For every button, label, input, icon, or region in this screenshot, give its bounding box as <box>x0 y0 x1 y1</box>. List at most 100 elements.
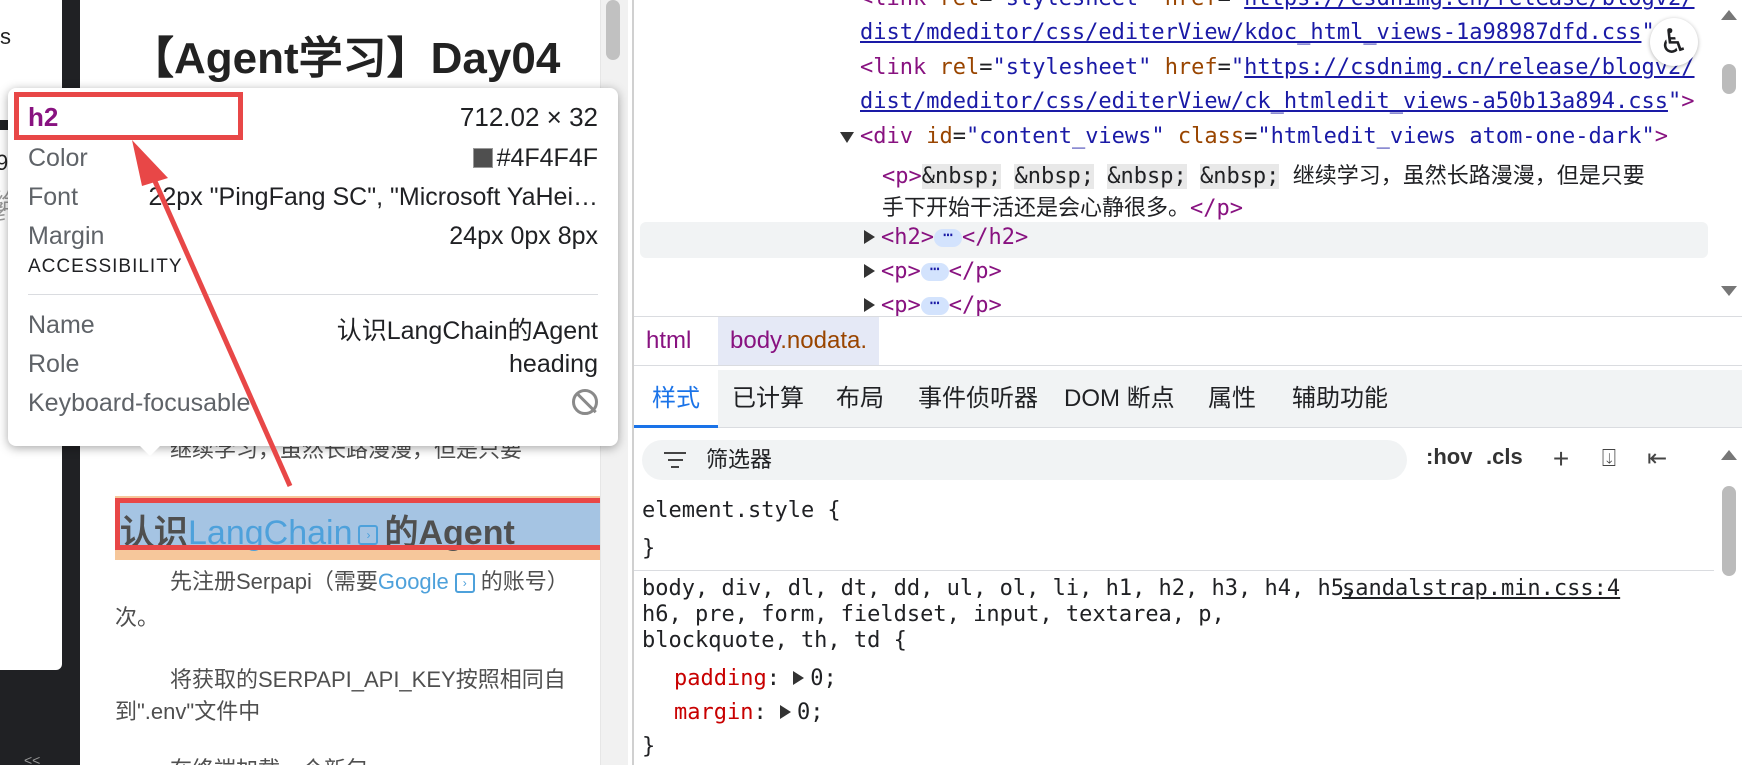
scroll-up-icon[interactable] <box>1721 450 1737 460</box>
paragraph-text: 的账号） <box>480 569 569 594</box>
stylesheet-link[interactable]: https://csdnimg.cn/release/blogv2/ <box>1244 55 1694 80</box>
tooltip-label: Margin <box>28 222 105 250</box>
side-footer-text: << <box>24 752 41 765</box>
paragraph-text: 先注册Serpapi（需要 <box>170 569 378 594</box>
tooltip-size: 712.02 × 32 <box>459 102 598 132</box>
article-title: 【Agent学习】Day04 <box>130 34 561 83</box>
collapse-arrow-icon[interactable] <box>864 264 875 278</box>
ellipsis-icon[interactable]: ⋯ <box>933 227 962 247</box>
google-link[interactable]: Google <box>378 569 449 594</box>
scroll-down-icon[interactable] <box>1721 286 1737 296</box>
tooltip-label: Keyboard-focusable <box>28 389 251 417</box>
paragraph-line: 将获取的SERPAPI_API_KEY按照相同自 <box>170 667 566 692</box>
stylesheet-link[interactable]: https://csdnimg.cn/release/blogv2/ <box>1244 0 1694 11</box>
tab-computed[interactable]: 已计算 <box>714 370 822 428</box>
scrollbar-thumb[interactable] <box>1722 64 1736 94</box>
element-style-rule[interactable]: element.style { <box>642 498 841 523</box>
dom-node-h2[interactable]: <h2> ⋯ </h2> <box>864 225 1028 250</box>
dom-node-p[interactable]: <p> ⋯ </p> <box>864 293 1002 316</box>
collapse-arrow-icon[interactable] <box>864 230 875 244</box>
rule-divider <box>634 570 1714 571</box>
tab-properties[interactable]: 属性 <box>1190 370 1274 428</box>
styles-pane: element.style { } body, div, dl, dt, dd,… <box>634 486 1714 765</box>
rule-selector[interactable]: h6, pre, form, fieldset, input, textarea… <box>642 602 1225 627</box>
tab-dom-breakpoints[interactable]: DOM 断点 <box>1046 370 1193 428</box>
dom-node-p[interactable]: <p> ⋯ </p> <box>864 259 1002 284</box>
inspect-tooltip: h2 712.02 × 32 Color #4F4F4F Font 22px "… <box>8 88 618 456</box>
breadcrumb-item-body[interactable]: body.nodata. <box>718 317 880 365</box>
paint-brush-icon[interactable]: ⍗ <box>1592 442 1626 476</box>
stylesheet-link[interactable]: dist/mdeditor/css/editerView/ck_htmledit… <box>860 89 1668 114</box>
external-link-icon: › <box>454 573 475 594</box>
ellipsis-icon[interactable]: ⋯ <box>920 261 949 281</box>
paragraph: 先注册Serpapi（需要Google › 的账号） <box>170 564 628 600</box>
tooltip-value: #4F4F4F <box>496 144 598 172</box>
expand-arrow-icon[interactable] <box>779 705 791 719</box>
tooltip-label: Name <box>28 311 95 339</box>
breadcrumb-item-html[interactable]: html <box>634 317 703 365</box>
annotation-box-heading <box>115 498 627 550</box>
color-swatch-icon <box>472 148 493 168</box>
cls-button[interactable]: .cls <box>1486 444 1523 470</box>
tooltip-row-color: Color #4F4F4F <box>28 144 598 178</box>
dom-node-link[interactable]: <link rel="stylesheet" href="https://csd… <box>860 55 1695 80</box>
expand-arrow-icon[interactable] <box>793 671 805 685</box>
selected-dom-row[interactable] <box>640 222 1708 258</box>
accessibility-icon[interactable]: ♿ <box>1650 18 1698 66</box>
tooltip-value: 22px "PingFang SC", "Microsoft YaHei… <box>148 183 599 211</box>
rule-selector[interactable]: body, div, dl, dt, dd, ul, ol, li, h1, h… <box>642 576 1357 601</box>
paragraph-line: 到".env"文件中 <box>115 699 261 724</box>
scroll-up-icon[interactable] <box>1721 10 1737 20</box>
page-scrollbar-thumb[interactable] <box>606 0 620 60</box>
tooltip-row-margin: Margin 24px 0px 8px <box>28 222 598 256</box>
tab-accessibility[interactable]: 辅助功能 <box>1274 370 1406 428</box>
tooltip-label: Role <box>28 350 80 378</box>
tooltip-label: Color <box>28 144 88 172</box>
rule-close: } <box>642 734 656 759</box>
tab-event-listeners[interactable]: 事件侦听器 <box>900 370 1056 428</box>
tab-styles[interactable]: 样式 <box>634 370 718 428</box>
css-declaration-padding[interactable]: padding: 0; <box>674 666 837 691</box>
dom-node-p[interactable]: <p>&nbsp; &nbsp; &nbsp; &nbsp; 继续学习，虽然长路… <box>882 158 1645 190</box>
styles-tabbar: 样式 已计算 布局 事件侦听器 DOM 断点 属性 辅助功能 <box>634 370 1742 428</box>
dom-node-p-cont[interactable]: 手下开始干活还是会心静很多。</p> <box>882 190 1243 222</box>
toggle-sidebar-icon[interactable]: ⇤ <box>1640 442 1674 476</box>
filter-input[interactable]: 筛选器 <box>642 440 1407 480</box>
hov-button[interactable]: :hov <box>1426 444 1472 470</box>
rule-close: } <box>642 536 656 561</box>
dom-node-link[interactable]: <link rel="stylesheet" href="https://csd… <box>860 0 1695 11</box>
scrollbar-thumb[interactable] <box>1722 486 1736 576</box>
tab-layout[interactable]: 布局 <box>818 370 902 428</box>
rule-selector[interactable]: blockquote, th, td { <box>642 628 907 653</box>
tooltip-pointer <box>138 444 162 456</box>
stylesheet-link[interactable]: dist/mdeditor/css/editerView/kdoc_html_v… <box>860 20 1641 45</box>
plus-icon[interactable]: + <box>1544 442 1578 476</box>
styles-toolbar: 筛选器 :hov .cls + ⍗ ⇤ <box>634 432 1742 486</box>
side-text-fragment: 9 <box>0 150 9 175</box>
expand-arrow-icon[interactable] <box>840 132 854 143</box>
tooltip-row-name: Name 认识LangChain的Agent <box>28 311 598 345</box>
tooltip-value: 24px 0px 8px <box>449 222 598 250</box>
annotation-box-tag <box>14 92 243 140</box>
tooltip-row-focusable: Keyboard-focusable <box>28 389 598 423</box>
devtools-panel: <link rel="stylesheet" href="https://csd… <box>632 0 1742 765</box>
dom-node-link-cont[interactable]: dist/mdeditor/css/editerView/kdoc_html_v… <box>860 20 1655 45</box>
elements-scrollbar[interactable] <box>1714 0 1742 316</box>
filter-icon <box>664 452 686 473</box>
tooltip-row-role: Role heading <box>28 350 598 384</box>
tooltip-value: 认识LangChain的Agent <box>336 317 598 345</box>
not-allowed-icon <box>572 389 598 415</box>
ellipsis-icon[interactable]: ⋯ <box>920 295 949 315</box>
rule-source-link[interactable]: sandalstrap.min.css:4 <box>1342 576 1620 601</box>
styles-scrollbar[interactable] <box>1714 440 1742 765</box>
css-declaration-margin[interactable]: margin: 0; <box>674 700 823 725</box>
breadcrumb: html body.nodata. <box>634 316 1742 366</box>
collapse-arrow-icon[interactable] <box>864 298 875 312</box>
dom-node-div[interactable]: <div id="content_views" class="htmledit_… <box>840 124 1668 149</box>
tooltip-section-title: ACCESSIBILITY <box>28 256 183 277</box>
paragraph-line: 在终端加载一个新包 <box>170 752 628 765</box>
tooltip-divider <box>28 294 598 295</box>
dom-node-link-cont[interactable]: dist/mdeditor/css/editerView/ck_htmledit… <box>860 89 1694 114</box>
web-page-panel: s 9 给 纟 << 【Agent学习】Day04 继续学习，虽然长路漫漫，但是… <box>0 0 628 765</box>
tooltip-row-font: Font 22px "PingFang SC", "Microsoft YaHe… <box>28 183 598 217</box>
